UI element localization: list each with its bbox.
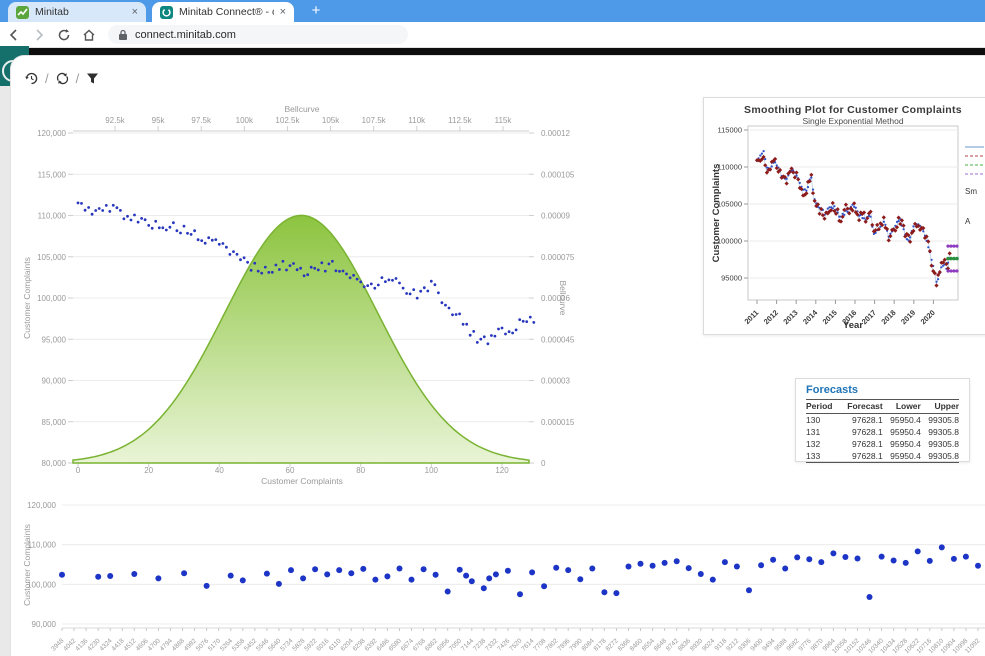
toolbar-separator: / (45, 71, 49, 86)
tab-close-icon[interactable]: × (132, 6, 138, 18)
forecasts-title: Forecasts (806, 384, 959, 396)
tab-minitab-connect[interactable]: Minitab Connect® - connect.min × (152, 2, 294, 22)
forecasts-cell: 97628.1 (839, 438, 883, 450)
forecasts-row: 13397628.195950.499305.8 (806, 450, 959, 463)
smoothing-plot-subtitle: Single Exponential Method (704, 116, 985, 126)
forecasts-card: Forecasts PeriodForecastLowerUpper 13097… (795, 378, 970, 462)
forecasts-cell: 95950.4 (883, 414, 921, 427)
forecasts-table: PeriodForecastLowerUpper 13097628.195950… (806, 399, 959, 463)
tab-title: Minitab (35, 6, 126, 18)
forecasts-cell: 99305.8 (921, 414, 959, 427)
home-icon[interactable] (78, 24, 100, 46)
chart-toolbar: / / (24, 69, 100, 87)
history-icon[interactable] (24, 71, 39, 86)
forecasts-col-header: Upper (921, 400, 959, 414)
forecasts-cell: 130 (806, 414, 839, 427)
forecasts-cell: 95950.4 (883, 438, 921, 450)
smoothing-plot-card: Smoothing Plot for Customer Complaints S… (703, 97, 985, 335)
address-bar[interactable]: connect.minitab.com (108, 25, 408, 44)
forecasts-col-header: Forecast (839, 400, 883, 414)
forecasts-cell: 99305.8 (921, 438, 959, 450)
forecasts-col-header: Period (806, 400, 839, 414)
smoothing-plot-title: Smoothing Plot for Customer Complaints (704, 104, 985, 116)
toolbar-separator: / (76, 71, 80, 86)
browser-navbar: connect.minitab.com (0, 22, 985, 48)
tab-title: Minitab Connect® - connect.min (179, 6, 274, 18)
forecasts-col-header: Lower (883, 400, 921, 414)
forecasts-cell: 95950.4 (883, 426, 921, 438)
url-text: connect.minitab.com (135, 29, 236, 41)
forecasts-header-row: PeriodForecastLowerUpper (806, 400, 959, 414)
forecasts-cell: 95950.4 (883, 450, 921, 463)
forecasts-cell: 99305.8 (921, 426, 959, 438)
forecasts-row: 13297628.195950.499305.8 (806, 438, 959, 450)
forward-icon[interactable] (28, 24, 50, 46)
forecasts-cell: 97628.1 (839, 426, 883, 438)
forecasts-cell: 97628.1 (839, 414, 883, 427)
forecasts-cell: 131 (806, 426, 839, 438)
forecasts-cell: 133 (806, 450, 839, 463)
tab-close-icon[interactable]: × (280, 6, 286, 18)
lock-icon (118, 29, 128, 41)
minitab-favicon (16, 6, 29, 19)
forecasts-row: 13097628.195950.499305.8 (806, 414, 959, 427)
screen: { "browser": { "tabs": [ {"title": "Mini… (0, 0, 985, 656)
forecasts-row: 13197628.195950.499305.8 (806, 426, 959, 438)
minitab-connect-favicon (160, 6, 173, 19)
browser-tab-bar: Minitab × Minitab Connect® - connect.min… (0, 0, 985, 22)
refresh-icon[interactable] (55, 71, 70, 86)
new-tab-button[interactable]: + (306, 1, 326, 21)
back-icon[interactable] (3, 24, 25, 46)
forecasts-cell: 99305.8 (921, 450, 959, 463)
filter-icon[interactable] (85, 71, 100, 86)
tab-minitab[interactable]: Minitab × (8, 2, 146, 22)
forecasts-cell: 132 (806, 438, 839, 450)
forecasts-cell: 97628.1 (839, 450, 883, 463)
reload-icon[interactable] (53, 24, 75, 46)
